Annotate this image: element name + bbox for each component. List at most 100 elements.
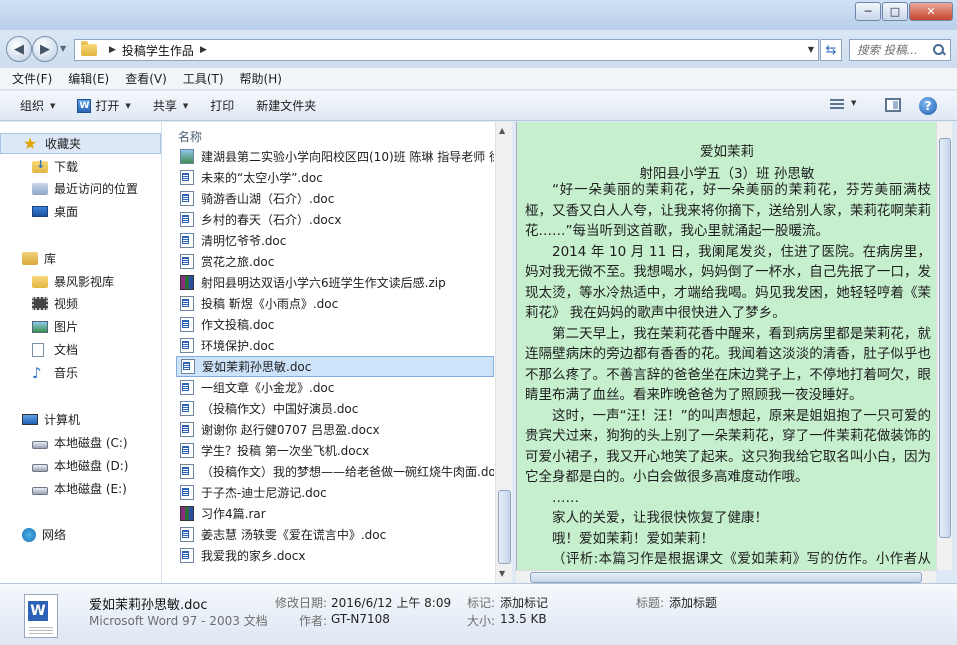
document-paragraph: “好一朵美丽的茉莉花，好一朵美丽的茉莉花，芬芳美丽满枝桠，又香又白人人夸，让我来… <box>525 182 931 239</box>
breadcrumb-separator[interactable]: ▶ <box>200 45 207 55</box>
menu-edit[interactable]: 编辑(E) <box>68 70 109 87</box>
file-row[interactable]: 我爱我的家乡.docx <box>176 545 494 566</box>
desktop-icon <box>32 206 48 217</box>
details-author-value[interactable]: GT-N7108 <box>331 612 390 626</box>
views-icon[interactable] <box>830 99 844 111</box>
nav-label: 库 <box>44 252 57 266</box>
archive-icon <box>180 506 194 521</box>
music-note-icon <box>32 366 48 380</box>
file-row[interactable]: 学生？投稿 第一次坐飞机.docx <box>176 440 494 461</box>
close-button[interactable]: ✕ <box>909 2 953 21</box>
file-row[interactable]: （投稿作文）中国好演员.doc <box>176 398 494 419</box>
search-input[interactable]: 搜索 投稿... <box>849 39 951 61</box>
details-modified-value: 2016/6/12 上午 8:09 <box>331 596 452 610</box>
scroll-down-arrow-icon[interactable]: ▼ <box>499 569 505 578</box>
nav-disk-d[interactable]: 本地磁盘 (D:) <box>0 455 161 476</box>
views-dropdown[interactable]: ▼ <box>851 99 856 107</box>
preview-horizontal-scrollbar[interactable] <box>516 570 936 583</box>
file-row[interactable]: 习作4篇.rar <box>176 503 494 524</box>
file-name: 学生？投稿 第一次坐飞机.docx <box>201 444 370 458</box>
scroll-up-arrow-icon[interactable]: ▲ <box>499 126 505 135</box>
nav-recent-places[interactable]: 最近访问的位置 <box>0 178 161 199</box>
nav-favorites[interactable]: 收藏夹 <box>0 133 161 154</box>
file-row[interactable]: 射阳县明达双语小学六6班学生作文读后感.zip <box>176 272 494 293</box>
recent-pages-dropdown[interactable]: ▼ <box>60 44 66 53</box>
file-row[interactable]: 于子杰-迪士尼游记.doc <box>176 482 494 503</box>
file-row[interactable]: 姜志慧 汤轶雯《爱在谎言中》.doc <box>176 524 494 545</box>
file-list-scrollbar[interactable]: ▲ ▼ <box>495 122 512 583</box>
preview-scrollbar[interactable] <box>936 122 952 570</box>
nav-music[interactable]: 音乐 <box>0 362 161 383</box>
address-bar[interactable]: ▶ 投稿学生作品 ▶ ▼ <box>74 39 819 61</box>
open-button[interactable]: W 打开 ▼ <box>77 97 131 114</box>
picture-icon <box>32 320 48 333</box>
back-button[interactable]: ◀ <box>6 36 32 62</box>
nav-disk-c[interactable]: 本地磁盘 (C:) <box>0 432 161 453</box>
file-row[interactable]: 乡村的春天（石介）.docx <box>176 209 494 230</box>
breadcrumb-separator[interactable]: ▶ <box>109 45 116 55</box>
file-row[interactable]: 环境保护.doc <box>176 335 494 356</box>
nav-documents[interactable]: 文档 <box>0 339 161 360</box>
word-document-icon <box>180 401 194 416</box>
file-name: 赏花之旅.doc <box>201 255 275 269</box>
open-label: 打开 <box>95 99 120 113</box>
nav-libraries[interactable]: 库 <box>0 248 161 269</box>
search-placeholder: 搜索 投稿... <box>857 43 918 57</box>
nav-downloads[interactable]: 下载 <box>0 156 161 177</box>
window-controls: ─ □ ✕ <box>854 2 953 21</box>
forward-button[interactable]: ▶ <box>32 36 58 62</box>
organize-button[interactable]: 组织 ▼ <box>20 97 55 114</box>
refresh-button[interactable]: ⇆ <box>820 39 842 61</box>
word-document-icon <box>180 548 194 563</box>
word-document-icon <box>180 296 194 311</box>
file-row[interactable]: 清明忆爷爷.doc <box>176 230 494 251</box>
image-file-icon <box>180 149 194 164</box>
nav-computer[interactable]: 计算机 <box>0 409 161 430</box>
new-folder-button[interactable]: 新建文件夹 <box>256 97 316 114</box>
file-row[interactable]: （投稿作文）我的梦想——给老爸做一碗红烧牛肉面.doc <box>176 461 494 482</box>
file-row[interactable]: 建湖县第二实验小学向阳校区四(10)班 陈琳 指导老师 徐 <box>176 146 494 167</box>
file-name: 射阳县明达双语小学六6班学生作文读后感.zip <box>201 276 446 290</box>
scrollbar-thumb[interactable] <box>498 490 511 564</box>
file-row[interactable]: 谢谢你 赵行健0707 吕思盈.docx <box>176 419 494 440</box>
nav-storm-library[interactable]: 暴风影视库 <box>0 271 161 292</box>
menu-tools[interactable]: 工具(T) <box>183 70 224 87</box>
menu-view[interactable]: 查看(V) <box>125 70 167 87</box>
maximize-button[interactable]: □ <box>882 2 908 21</box>
details-size-value: 13.5 KB <box>500 612 547 626</box>
nav-videos[interactable]: 视频 <box>0 293 161 314</box>
file-row[interactable]: 作文投稿.doc <box>176 314 494 335</box>
file-row[interactable]: 一组文章《小金龙》.doc <box>176 377 494 398</box>
help-icon[interactable]: ? <box>919 97 937 115</box>
share-button[interactable]: 共享 ▼ <box>153 97 188 114</box>
scrollbar-thumb[interactable] <box>530 572 922 583</box>
nav-desktop[interactable]: 桌面 <box>0 201 161 222</box>
file-row[interactable]: 骑游香山湖（石介）.doc <box>176 188 494 209</box>
details-title-value[interactable]: 添加标题 <box>669 594 717 611</box>
word-document-icon <box>180 191 194 206</box>
recent-places-icon <box>32 182 48 195</box>
menu-help[interactable]: 帮助(H) <box>240 70 282 87</box>
address-dropdown[interactable]: ▼ <box>808 45 814 54</box>
file-row[interactable]: 爱如茉莉孙思敏.doc <box>176 356 494 377</box>
scrollbar-thumb[interactable] <box>939 138 951 538</box>
breadcrumb-current[interactable]: 投稿学生作品 <box>122 42 194 59</box>
file-row[interactable]: 投稿 靳煜《小雨点》.doc <box>176 293 494 314</box>
file-row[interactable]: 未来的“太空小学”.doc <box>176 167 494 188</box>
nav-disk-e[interactable]: 本地磁盘 (E:) <box>0 478 161 499</box>
menu-file[interactable]: 文件(F) <box>12 70 52 87</box>
column-header-name[interactable]: 名称 <box>162 122 511 146</box>
nav-pictures[interactable]: 图片 <box>0 316 161 337</box>
nav-network[interactable]: 网络 <box>0 524 161 545</box>
details-tags-value[interactable]: 添加标记 <box>500 594 548 611</box>
file-name: 于子杰-迪士尼游记.doc <box>201 486 327 500</box>
nav-label: 暴风影视库 <box>54 275 115 289</box>
search-icon[interactable] <box>932 43 946 57</box>
document-paragraph: （评析:本篇习作是根据课文《爱如茉莉》写的仿作。小作者从妈、爸、姐的关爱中明白爱… <box>552 551 931 567</box>
minimize-button[interactable]: ─ <box>855 2 881 21</box>
preview-pane-icon[interactable] <box>885 98 901 112</box>
file-row[interactable]: 赏花之旅.doc <box>176 251 494 272</box>
print-button[interactable]: 打印 <box>210 97 234 114</box>
print-label: 打印 <box>210 99 235 113</box>
word-document-icon <box>180 527 194 542</box>
